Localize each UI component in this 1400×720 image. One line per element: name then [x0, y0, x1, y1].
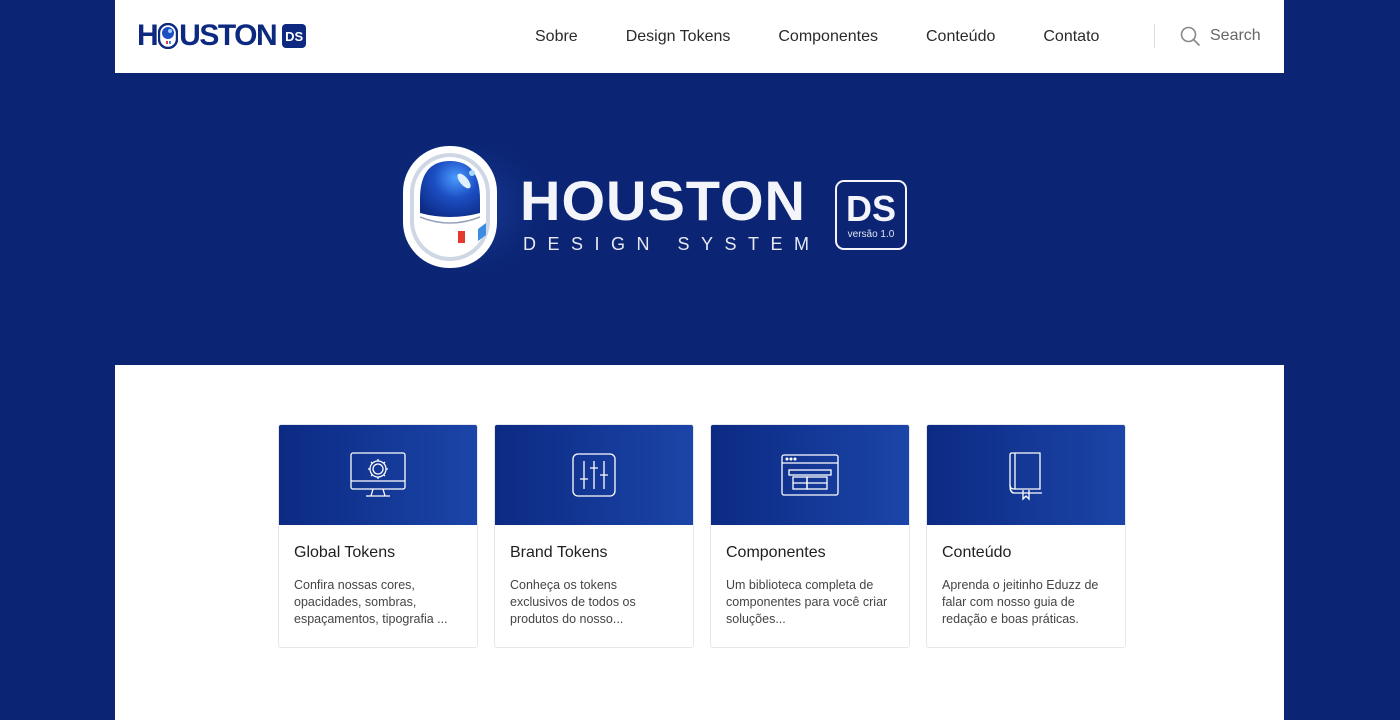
hero-subtitle: DESIGN SYSTEM — [523, 234, 821, 254]
browser-layout-icon — [781, 454, 839, 496]
book-icon — [1009, 452, 1042, 501]
helmet-icon — [158, 23, 179, 49]
card-banner — [279, 425, 477, 525]
search-icon — [1180, 26, 1200, 46]
card-title: Conteúdo — [942, 544, 1012, 561]
card-description: Conheça os tokens exclusivos de todos os… — [510, 578, 636, 626]
card-banner — [927, 425, 1125, 525]
logo-letter-h: H — [137, 19, 159, 52]
logo-ds-badge: DS — [282, 24, 307, 48]
card-brand-tokens[interactable]: Brand Tokens Conheça os tokens exclusivo… — [494, 424, 694, 648]
card-title: Global Tokens — [294, 544, 396, 561]
top-navbar: H USTON DS Sobre Design Tokens Component… — [115, 0, 1284, 73]
card-description: Aprenda o jeitinho Eduzz de falar com no… — [942, 578, 1099, 626]
card-banner — [495, 425, 693, 525]
houston-logo[interactable]: H USTON DS — [137, 19, 307, 53]
search-button[interactable]: Search — [1180, 24, 1261, 48]
nav-design-tokens[interactable]: Design Tokens — [626, 28, 731, 46]
card-title: Brand Tokens — [510, 544, 608, 561]
monitor-gear-icon — [350, 452, 406, 497]
nav-divider — [1154, 24, 1155, 48]
nav-contato[interactable]: Contato — [1043, 28, 1099, 46]
card-title: Componentes — [726, 544, 826, 561]
main-nav: Sobre Design Tokens Componentes Conteúdo… — [535, 0, 1147, 73]
logo-letters-uston: USTON — [179, 19, 277, 52]
hero-banner: HOUSTON DESIGN SYSTEM DS versão 1.0 — [115, 73, 1284, 365]
page-frame: H USTON DS Sobre Design Tokens Component… — [115, 0, 1284, 720]
search-label: Search — [1210, 27, 1261, 44]
logo-wordmark: H USTON — [137, 19, 278, 53]
version-label: versão 1.0 — [847, 229, 895, 240]
sliders-icon — [572, 453, 616, 497]
nav-componentes[interactable]: Componentes — [778, 28, 878, 46]
hero-ds-badge: DS versão 1.0 — [835, 180, 907, 250]
card-global-tokens[interactable]: Global Tokens Confira nossas cores, opac… — [278, 424, 478, 648]
hero-title: HOUSTON — [520, 169, 806, 232]
nav-conteudo[interactable]: Conteúdo — [926, 28, 995, 46]
card-banner — [711, 425, 909, 525]
card-conteudo[interactable]: Conteúdo Aprenda o jeitinho Eduzz de fal… — [926, 424, 1126, 648]
nav-sobre[interactable]: Sobre — [535, 28, 578, 46]
main-content: Global Tokens Confira nossas cores, opac… — [115, 365, 1284, 720]
card-componentes[interactable]: Componentes Um biblioteca completa de co… — [710, 424, 910, 648]
ds-badge-text: DS — [845, 188, 896, 229]
card-description: Confira nossas cores, opacidades, sombra… — [294, 578, 448, 626]
card-description: Um biblioteca completa de componentes pa… — [726, 578, 888, 626]
feature-cards: Global Tokens Confira nossas cores, opac… — [278, 424, 1142, 648]
